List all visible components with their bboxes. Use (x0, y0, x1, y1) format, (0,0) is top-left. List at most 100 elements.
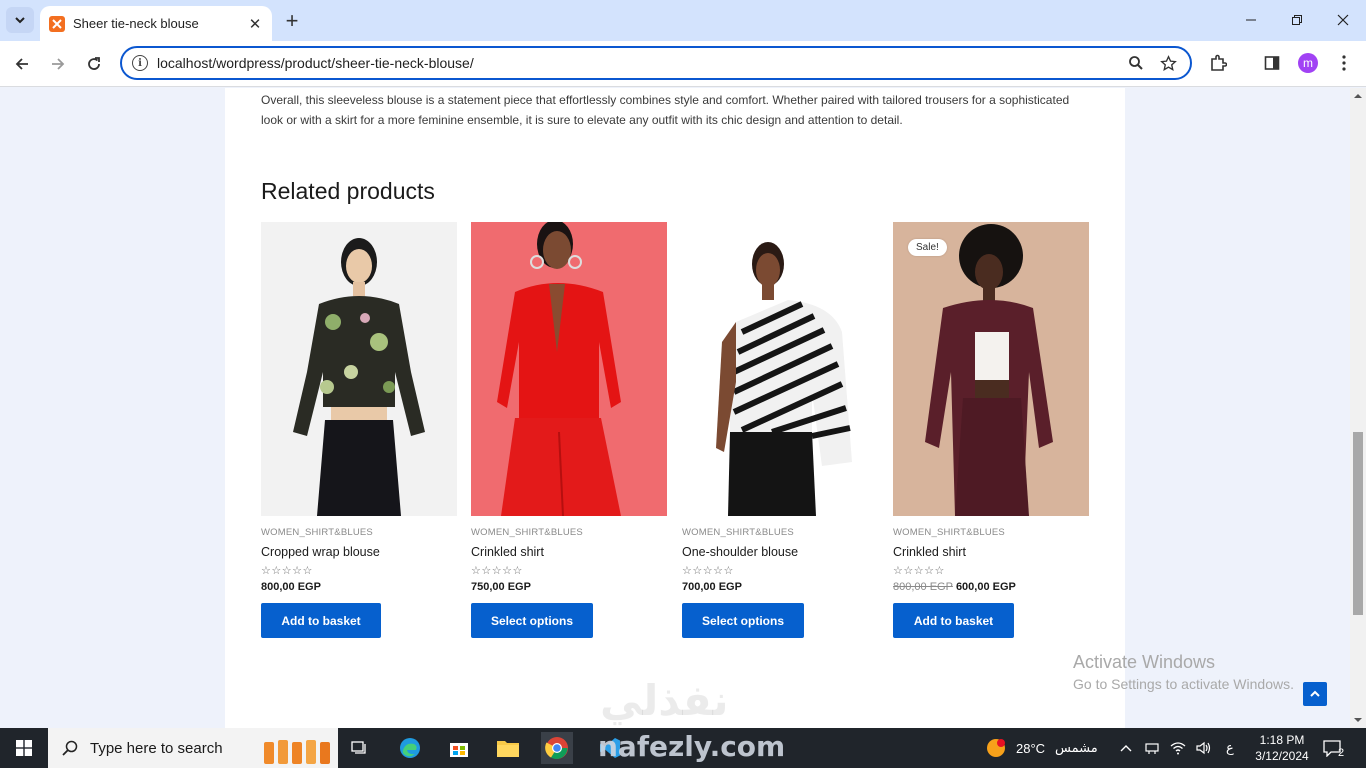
arrow-right-icon (52, 58, 65, 70)
scrollbar-thumb[interactable] (1353, 432, 1363, 615)
bookmark-star-icon[interactable] (1158, 53, 1178, 73)
product-name[interactable]: Crinkled shirt (893, 545, 1089, 559)
start-button[interactable] (0, 728, 48, 768)
chevron-up-icon[interactable] (1120, 743, 1132, 753)
product-card: WOMEN_SHIRT&BLUES One-shoulder blouse ☆☆… (682, 222, 878, 638)
store-app-button[interactable] (443, 732, 475, 764)
task-view-button[interactable] (344, 732, 376, 764)
product-current-price: 600,00 EGP (955, 581, 1016, 593)
browser-tabstrip: Sheer tie-neck blouse ✕ + (0, 0, 1366, 41)
profile-avatar[interactable]: m (1298, 53, 1318, 73)
product-card: WOMEN_SHIRT&BLUES Cropped wrap blouse ☆☆… (261, 222, 457, 638)
back-button[interactable] (7, 49, 37, 79)
chevron-up-icon (1310, 690, 1320, 697)
related-products-heading: Related products (261, 178, 435, 204)
product-category[interactable]: WOMEN_SHIRT&BLUES (261, 527, 457, 538)
reload-button[interactable] (79, 49, 109, 79)
menu-kebab-icon[interactable] (1332, 51, 1356, 75)
close-window-button[interactable] (1320, 0, 1366, 40)
browser-toolbar: i localhost/wordpress/product/sheer-tie-… (0, 41, 1366, 87)
page-viewport: Overall, this sleeveless blouse is a sta… (0, 88, 1350, 728)
scroll-to-top-button[interactable] (1303, 682, 1327, 706)
product-category[interactable]: WOMEN_SHIRT&BLUES (682, 527, 878, 538)
search-highlight-icon (264, 740, 330, 764)
system-tray-icons: ع (1120, 728, 1234, 768)
restore-icon (1292, 15, 1302, 25)
site-info-icon[interactable]: i (132, 55, 148, 71)
zoom-icon[interactable] (1126, 53, 1146, 73)
select-options-button[interactable]: Select options (471, 603, 593, 638)
product-name[interactable]: Crinkled shirt (471, 545, 667, 559)
product-image-cropped-wrap-blouse[interactable] (261, 222, 457, 516)
file-explorer-button[interactable] (492, 732, 524, 764)
new-tab-button[interactable]: + (280, 8, 304, 33)
browser-tab-active[interactable]: Sheer tie-neck blouse ✕ (40, 6, 272, 41)
product-image-one-shoulder-blouse[interactable] (682, 222, 878, 516)
product-rating-stars: ☆☆☆☆☆ (261, 565, 313, 577)
volume-icon[interactable] (1196, 741, 1212, 755)
taskbar-search-placeholder: Type here to search (90, 739, 223, 757)
product-description: Overall, this sleeveless blouse is a sta… (261, 93, 1070, 127)
minimize-button[interactable] (1228, 0, 1274, 40)
weather-widget[interactable]: 28°C مشمس (985, 728, 1098, 768)
watermark-arabic: نفذلي (600, 676, 729, 725)
clock[interactable]: 1:18 PM 3/12/2024 (1254, 728, 1310, 768)
wifi-icon[interactable] (1170, 741, 1186, 755)
network-ethernet-icon[interactable] (1144, 741, 1160, 755)
input-language[interactable]: ع (1226, 740, 1234, 756)
activate-windows-subtitle: Go to Settings to activate Windows. (1073, 676, 1294, 692)
search-icon (62, 740, 78, 756)
product-category[interactable]: WOMEN_SHIRT&BLUES (893, 527, 1089, 538)
url-text: localhost/wordpress/product/sheer-tie-ne… (157, 55, 474, 71)
product-old-price: 800,00 EGP (893, 581, 953, 593)
activate-windows-notice: Activate Windows Go to Settings to activ… (1073, 652, 1294, 692)
weather-temperature: 28°C (1016, 740, 1046, 756)
sun-icon (987, 739, 1005, 757)
tab-title: Sheer tie-neck blouse (73, 16, 199, 31)
activate-windows-title: Activate Windows (1073, 652, 1216, 672)
page-scrollbar[interactable] (1350, 88, 1366, 728)
tab-search-button[interactable] (6, 7, 34, 33)
windows-logo-icon (16, 740, 32, 756)
product-price: 700,00 EGP (682, 581, 878, 593)
chrome-app-button[interactable] (541, 732, 573, 764)
product-price: 750,00 EGP (471, 581, 667, 593)
scroll-up-arrow-icon[interactable] (1353, 92, 1363, 100)
sale-badge: Sale! (908, 239, 947, 256)
product-category[interactable]: WOMEN_SHIRT&BLUES (471, 527, 667, 538)
task-view-icon (351, 741, 366, 754)
forward-button[interactable] (43, 49, 73, 79)
close-icon (1337, 14, 1349, 26)
notification-center-button[interactable]: 2 (1322, 728, 1344, 768)
product-name[interactable]: One-shoulder blouse (682, 545, 878, 559)
arrow-left-icon (15, 58, 28, 70)
product-name[interactable]: Cropped wrap blouse (261, 545, 457, 559)
product-current-price: 700,00 EGP (682, 581, 742, 593)
product-rating-stars: ☆☆☆☆☆ (471, 565, 523, 577)
restore-button[interactable] (1274, 0, 1320, 40)
product-current-price: 800,00 EGP (261, 581, 321, 593)
notification-count: 2 (1338, 747, 1345, 759)
xampp-favicon-icon (49, 15, 65, 32)
product-card: Sale! WOMEN_SHIRT&BLUES Crinkled shirt ☆… (893, 222, 1089, 638)
folder-icon (497, 741, 519, 757)
watermark-site: nafezly.com (598, 730, 786, 763)
edge-icon (400, 738, 420, 758)
side-panel-icon[interactable] (1260, 51, 1284, 75)
extensions-icon[interactable] (1206, 51, 1230, 75)
clock-date: 3/12/2024 (1255, 749, 1309, 763)
add-to-basket-button[interactable]: Add to basket (261, 603, 381, 638)
select-options-button[interactable]: Select options (682, 603, 804, 638)
product-rating-stars: ☆☆☆☆☆ (682, 565, 734, 577)
product-price: 800,00 EGP 600,00 EGP (893, 581, 1089, 593)
edge-app-button[interactable] (394, 732, 426, 764)
taskbar-search-box[interactable]: Type here to search (48, 728, 338, 768)
product-image-crinkled-shirt-red[interactable] (471, 222, 667, 516)
product-rating-stars: ☆☆☆☆☆ (893, 565, 945, 577)
product-image-crinkled-shirt-burgundy[interactable]: Sale! (893, 222, 1089, 516)
add-to-basket-button[interactable]: Add to basket (893, 603, 1014, 638)
chevron-down-icon (15, 17, 25, 24)
tab-close-icon[interactable]: ✕ (246, 15, 264, 33)
address-bar[interactable]: i localhost/wordpress/product/sheer-tie-… (120, 46, 1192, 80)
scroll-down-arrow-icon[interactable] (1353, 716, 1363, 724)
